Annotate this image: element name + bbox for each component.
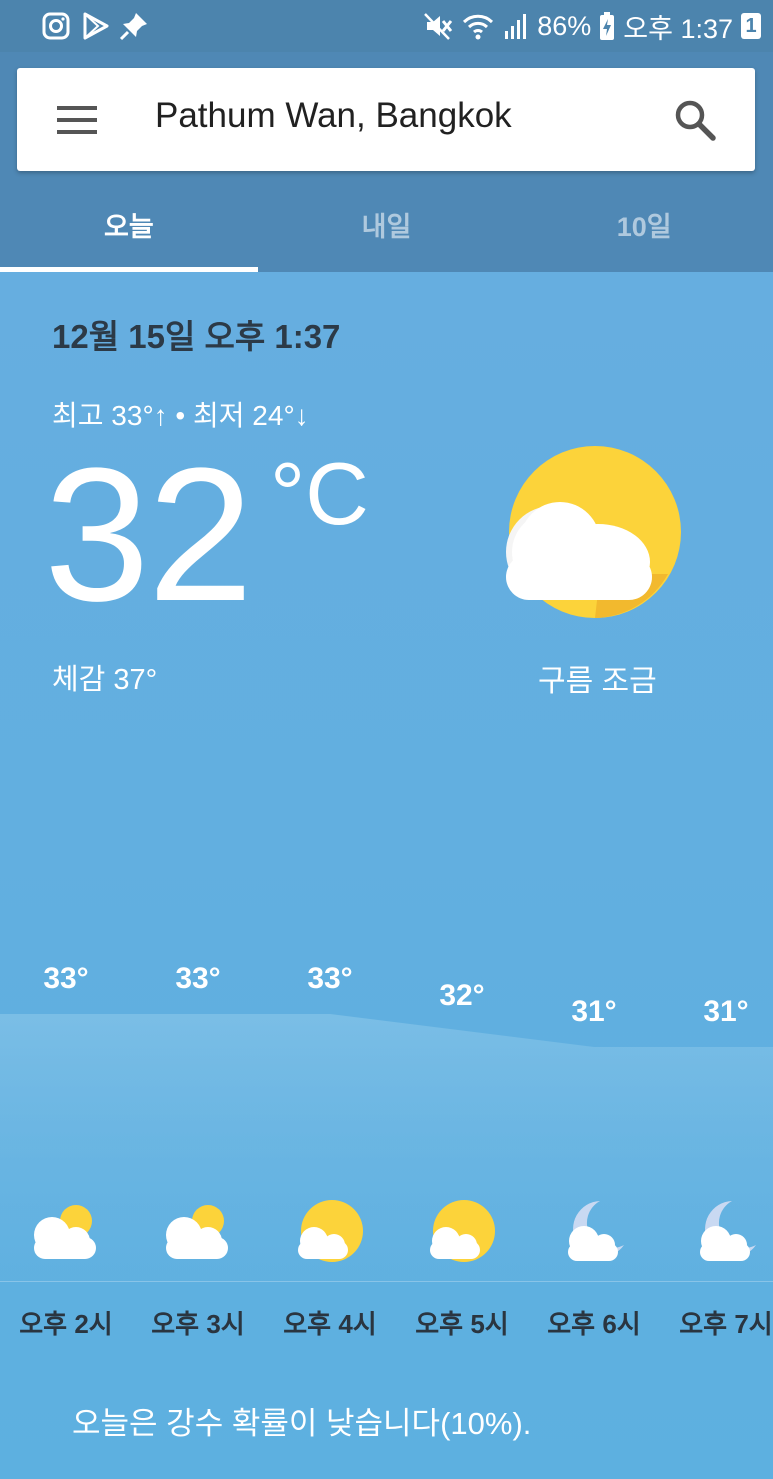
hour-temp: 33° <box>43 962 89 995</box>
battery-charging-icon <box>600 12 615 40</box>
wifi-icon <box>463 14 494 40</box>
search-icon[interactable] <box>673 98 717 142</box>
hour-label: 오후 4시 <box>283 1309 377 1339</box>
signal-icon <box>505 14 527 39</box>
sun-cloud-icon <box>290 1197 370 1267</box>
hour-label: 오후 5시 <box>415 1309 509 1339</box>
instagram-icon <box>42 12 70 40</box>
hourly-divider <box>0 1281 773 1282</box>
status-right-group: 86% 오후 1:37 1 <box>423 6 761 46</box>
battery-percent: 86% <box>537 10 592 41</box>
hour-label: 오후 6시 <box>547 1309 641 1339</box>
feels-like-temp: 체감 37° <box>52 664 158 696</box>
weather-main: 12월 15일 오후 1:37 최고 33°↑ • 최저 24°↓ 32 °C … <box>0 272 773 1479</box>
tab-10-day[interactable]: 10일 <box>515 180 773 272</box>
hour-temp: 33° <box>175 962 221 995</box>
notification-count: 1 <box>745 15 757 37</box>
hour-temp: 32° <box>439 978 485 1012</box>
cloud-sun-icon <box>158 1197 238 1267</box>
tab-today[interactable]: 오늘 <box>0 180 258 272</box>
notification-count-badge: 1 <box>741 13 761 39</box>
condition-text: 구름 조금 <box>538 665 657 698</box>
hour-temp: 31° <box>703 995 749 1028</box>
mute-icon <box>424 13 453 40</box>
tab-bar: 오늘 내일 10일 <box>0 180 773 272</box>
precipitation-text: 오늘은 강수 확률이 낮습니다(10%). <box>72 1406 532 1441</box>
header: Pathum Wan, Bangkok 오늘 내일 10일 <box>0 52 773 272</box>
hour-temp: 33° <box>307 962 353 995</box>
temperature-unit: °C <box>270 444 369 543</box>
hour-temp: 31° <box>571 995 617 1028</box>
pin-icon <box>119 13 147 41</box>
play-store-icon <box>83 12 109 40</box>
cloud-sun-icon <box>26 1197 106 1267</box>
moon-cloud-icon <box>554 1197 634 1267</box>
location-text[interactable]: Pathum Wan, Bangkok <box>155 96 512 136</box>
hour-label: 오후 2시 <box>19 1309 113 1339</box>
partly-cloudy-icon <box>506 446 681 618</box>
date-time: 12월 15일 오후 1:37 <box>52 318 341 355</box>
status-bar: 86% 오후 1:37 1 <box>0 0 773 52</box>
clock: 오후 1:37 <box>623 13 733 44</box>
hour-label: 오후 3시 <box>151 1309 245 1339</box>
search-card[interactable]: Pathum Wan, Bangkok <box>17 68 755 171</box>
sun-cloud-icon <box>422 1197 502 1267</box>
temp-curve-area <box>0 1014 773 1282</box>
moon-cloud-icon <box>686 1197 766 1267</box>
high-low-temp: 최고 33°↑ • 최저 24°↓ <box>52 400 309 431</box>
hour-label: 오후 7시 <box>679 1309 773 1339</box>
current-temperature: 32 <box>44 429 253 641</box>
tab-tomorrow[interactable]: 내일 <box>258 180 516 272</box>
menu-icon[interactable] <box>55 103 99 137</box>
